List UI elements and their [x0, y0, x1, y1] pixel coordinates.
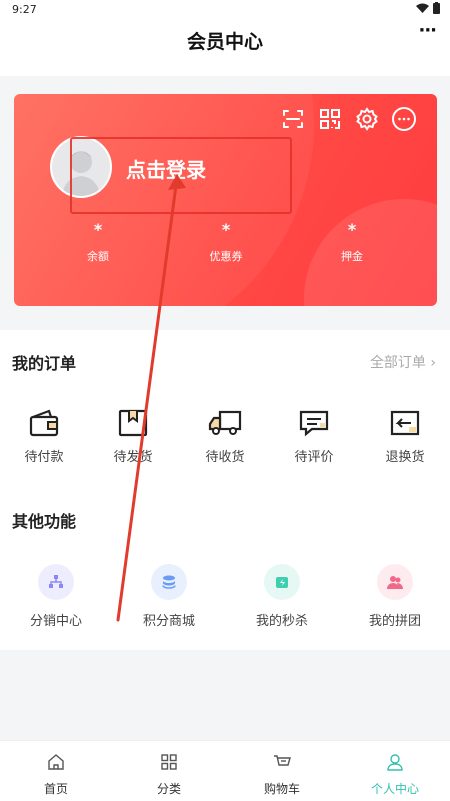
function-label: 我的拼团	[368, 614, 421, 629]
wifi-icon	[416, 3, 429, 13]
tab-profile[interactable]: 个人中心	[350, 751, 440, 797]
stat-value: *	[347, 220, 357, 239]
functions-title: 其他功能	[12, 512, 77, 531]
truck-icon	[190, 406, 260, 440]
tab-label: 个人中心	[370, 782, 419, 796]
points-icon	[151, 564, 187, 600]
stat-value: *	[93, 220, 103, 239]
chevron-right-icon: ›	[430, 355, 436, 371]
order-label: 退换货	[385, 450, 425, 465]
tab-cart[interactable]: 购物车	[237, 751, 327, 797]
function-points-mall[interactable]: 积分商城	[124, 564, 214, 629]
cart-icon	[237, 751, 327, 773]
order-pending-payment[interactable]: 待付款	[9, 406, 79, 465]
group-icon	[377, 564, 413, 600]
tab-home[interactable]: 首页	[11, 751, 101, 797]
all-orders-label: 全部订单	[369, 355, 426, 371]
box-icon	[98, 406, 168, 440]
more-menu-icon[interactable]: ···	[418, 20, 436, 41]
seckill-icon	[264, 564, 300, 600]
status-time: 9:27	[12, 3, 37, 16]
highlight-box	[70, 137, 292, 214]
order-label: 待付款	[24, 450, 64, 465]
status-bar: 9:27	[0, 0, 450, 20]
scan-icon[interactable]	[280, 106, 306, 132]
battery-icon	[433, 2, 440, 14]
function-label: 分销中心	[29, 614, 82, 629]
order-label: 待收货	[205, 450, 245, 465]
order-label: 待发货	[113, 450, 153, 465]
tab-label: 购物车	[263, 782, 300, 796]
tab-label: 分类	[156, 782, 181, 796]
orders-panel: 我的订单 全部订单 › 待付款 待发货 待收货 待评价 退换货 其他功能 分销中…	[0, 330, 450, 650]
member-card: 点击登录 * 余额 * 优惠券 * 押金	[14, 94, 437, 306]
stat-label: 优惠券	[209, 250, 243, 263]
stat-coupon[interactable]: * 优惠券	[186, 222, 266, 264]
order-pending-receipt[interactable]: 待收货	[190, 406, 260, 465]
settings-icon[interactable]	[354, 106, 380, 132]
wallet-icon	[9, 406, 79, 440]
qrcode-icon[interactable]	[317, 106, 343, 132]
function-group-buy[interactable]: 我的拼团	[350, 564, 440, 629]
stat-value: *	[221, 220, 231, 239]
return-icon	[370, 406, 440, 440]
order-pending-shipment[interactable]: 待发货	[98, 406, 168, 465]
card-toolbar	[280, 106, 417, 132]
function-seckill[interactable]: 我的秒杀	[237, 564, 327, 629]
page-title: 会员中心	[186, 31, 263, 53]
order-return[interactable]: 退换货	[370, 406, 440, 465]
function-label: 积分商城	[142, 614, 195, 629]
order-label: 待评价	[294, 450, 334, 465]
stat-balance[interactable]: * 余额	[58, 222, 138, 264]
distribution-icon	[38, 564, 74, 600]
tab-bar: 首页 分类 购物车 个人中心	[0, 740, 450, 801]
function-label: 我的秒杀	[255, 614, 308, 629]
orders-title: 我的订单	[12, 354, 77, 373]
tab-category[interactable]: 分类	[124, 751, 214, 797]
category-icon	[124, 751, 214, 773]
order-pending-review[interactable]: 待评价	[279, 406, 349, 465]
stat-deposit[interactable]: * 押金	[312, 222, 392, 264]
system-icons	[416, 2, 440, 14]
comment-icon	[279, 406, 349, 440]
stat-label: 押金	[341, 250, 363, 263]
function-distribution[interactable]: 分销中心	[11, 564, 101, 629]
navbar: 会员中心 ···	[0, 20, 450, 76]
home-icon	[11, 751, 101, 773]
all-orders-link[interactable]: 全部订单 ›	[370, 352, 436, 372]
stat-label: 余额	[87, 250, 109, 263]
profile-icon	[350, 751, 440, 773]
tab-label: 首页	[43, 782, 68, 796]
message-icon[interactable]	[391, 106, 417, 132]
